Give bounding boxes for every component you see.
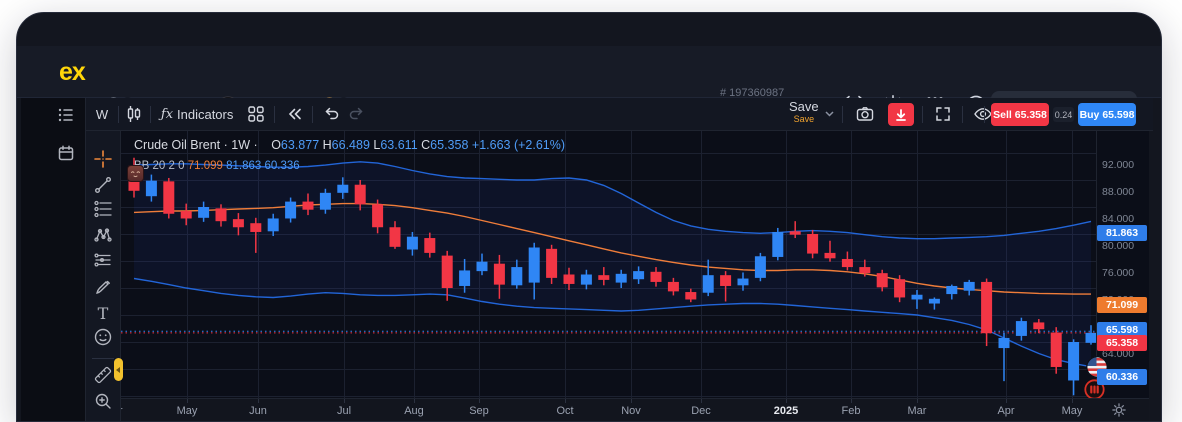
- ohlc-low: 63.611: [380, 138, 418, 152]
- time-axis-tick: [917, 399, 918, 403]
- ohlc-open: 63.877: [280, 138, 320, 152]
- time-axis-label: Apr: [997, 405, 1015, 417]
- time-axis-tick: [1006, 399, 1007, 403]
- time-axis-label: Oct: [556, 405, 574, 417]
- time-axis-tick: [187, 399, 188, 403]
- trend-line-tool[interactable]: [92, 174, 114, 196]
- chart-area[interactable]: Crude Oil Brent · 1W · O63.877 H66.489 L…: [121, 131, 1149, 398]
- ruler-tool[interactable]: [92, 364, 114, 386]
- price-badge: 65.358: [1097, 335, 1147, 351]
- price-badge: 71.099: [1097, 297, 1147, 313]
- chart-toolbar: W ƒx Indicators Save Save Sell 65.358 0.…: [85, 98, 1153, 131]
- time-axis-label: Nov: [621, 405, 641, 417]
- bb-mid-value: 71.099: [187, 160, 223, 172]
- time-axis-label: Jun: [249, 405, 267, 417]
- download-icon[interactable]: [888, 103, 914, 126]
- projection-tool[interactable]: [92, 249, 114, 271]
- time-axis[interactable]: Apr May Jun Jul Aug Sep Oct Nov Dec 2025 Feb Mar Apr…: [121, 398, 1149, 421]
- time-axis-tick: [786, 399, 787, 403]
- price-badge: 60.336: [1097, 369, 1147, 385]
- price-tick: 92.000: [1102, 159, 1135, 171]
- axis-settings-icon[interactable]: [1111, 402, 1129, 420]
- buy-button[interactable]: Buy 65.598: [1078, 103, 1136, 126]
- time-axis-label: Sep: [469, 405, 489, 417]
- brush-tool[interactable]: [92, 276, 114, 298]
- bb-lower-value: 60.336: [264, 160, 300, 172]
- undo-icon[interactable]: [320, 103, 344, 125]
- price-tick: 80.000: [1102, 240, 1135, 252]
- emoji-tool[interactable]: [92, 326, 114, 348]
- calendar-icon[interactable]: [57, 144, 75, 162]
- legend-timeframe: 1W: [231, 138, 251, 152]
- time-axis-tick: [701, 399, 702, 403]
- time-axis-label: Jul: [336, 405, 352, 417]
- time-axis-tick: [414, 399, 415, 403]
- price-badge: 81.863: [1097, 225, 1147, 241]
- chart-legend[interactable]: Crude Oil Brent · 1W · O63.877 H66.489 L…: [134, 138, 565, 152]
- bear-sticker[interactable]: [127, 165, 144, 182]
- app-window: ex XAG/USD UKOIL: [16, 12, 1162, 422]
- symbol-name: Crude Oil Brent: [134, 138, 221, 152]
- camera-icon[interactable]: [852, 103, 878, 125]
- indicators-button[interactable]: Indicators: [177, 103, 233, 125]
- timeframe-button[interactable]: W: [90, 103, 114, 125]
- fullscreen-icon[interactable]: [930, 103, 956, 125]
- price-axis[interactable]: 92.00088.00084.00080.00076.00072.00068.0…: [1096, 131, 1149, 414]
- layout-grid-icon[interactable]: [244, 103, 268, 125]
- sell-button[interactable]: Sell 65.358: [991, 103, 1049, 126]
- text-tool[interactable]: T: [92, 302, 114, 324]
- time-axis-tick: [258, 399, 259, 403]
- save-button[interactable]: Save Save: [789, 100, 819, 124]
- save-sub-label: Save: [793, 113, 815, 124]
- time-axis-tick: [565, 399, 566, 403]
- rewind-icon[interactable]: [282, 103, 306, 125]
- time-axis-label: May: [1061, 405, 1083, 417]
- tools-divider: [92, 358, 114, 359]
- price-tick: 76.000: [1102, 267, 1135, 279]
- candles-icon[interactable]: [122, 103, 146, 125]
- ohlc-close: 65.358: [430, 138, 469, 152]
- time-axis-tick: [344, 399, 345, 403]
- time-axis-tick: [851, 399, 852, 403]
- time-axis-label: Apr: [121, 405, 132, 417]
- redo-icon[interactable]: [344, 103, 368, 125]
- time-axis-label: Dec: [691, 405, 711, 417]
- time-axis-label: 2025: [773, 405, 799, 417]
- side-mini-rail: [21, 98, 85, 421]
- header: ex XAG/USD UKOIL: [17, 46, 1161, 130]
- save-chevron-icon[interactable]: [822, 103, 836, 125]
- zoom-in-tool[interactable]: [92, 390, 114, 412]
- xabcd-pattern-tool[interactable]: [92, 224, 114, 246]
- spread-value: 0.24: [1053, 107, 1074, 122]
- time-axis-label: Mar: [907, 405, 927, 417]
- fib-lines-tool[interactable]: [92, 198, 114, 220]
- time-axis-tick: [1072, 399, 1073, 403]
- price-tick: 88.000: [1102, 186, 1135, 198]
- time-axis-tick: [631, 399, 632, 403]
- price-tick: 84.000: [1102, 213, 1135, 225]
- ohlc-change: +1.663 (+2.61%): [471, 138, 566, 152]
- time-axis-label: Feb: [841, 405, 861, 417]
- ohlc-high: 66.489: [331, 138, 370, 152]
- time-axis-label: May: [176, 405, 198, 417]
- brand-logo: ex: [59, 58, 86, 86]
- fx-icon: ƒx: [160, 106, 174, 122]
- indicator-legend[interactable]: BB 20 2 0 71.099 81.863 60.336: [134, 160, 300, 172]
- crosshair-tool[interactable]: [92, 148, 114, 170]
- object-tree-icon[interactable]: [57, 106, 75, 124]
- bb-upper-value: 81.863: [226, 160, 262, 172]
- page: ex XAG/USD UKOIL: [0, 0, 1182, 422]
- time-axis-label: Aug: [404, 405, 424, 417]
- panel-handle[interactable]: [114, 358, 123, 381]
- time-axis-tick: [479, 399, 480, 403]
